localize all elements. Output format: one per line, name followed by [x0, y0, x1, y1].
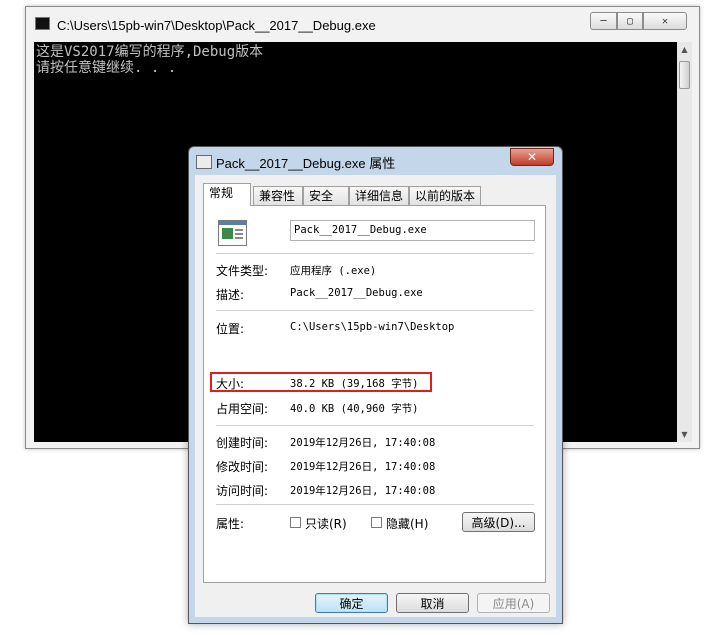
- modified-label: 修改时间:: [216, 460, 269, 474]
- accessed-value: 2019年12月26日, 17:40:08: [290, 485, 436, 497]
- modified-value: 2019年12月26日, 17:40:08: [290, 461, 436, 473]
- console-line: 这是VS2017编写的程序,Debug版本: [36, 44, 264, 60]
- file-type-value: 应用程序 (.exe): [290, 265, 377, 277]
- minimize-button[interactable]: ─: [590, 12, 617, 30]
- close-button[interactable]: ✕: [643, 12, 687, 30]
- tab-compatibility[interactable]: 兼容性: [253, 186, 303, 205]
- hidden-checkbox[interactable]: [371, 517, 382, 528]
- tab-previous-versions[interactable]: 以前的版本: [409, 186, 481, 205]
- divider: [216, 253, 534, 254]
- maximize-icon: ▢: [626, 15, 634, 27]
- divider: [216, 310, 534, 311]
- size-on-disk-value: 40.0 KB (40,960 字节): [290, 403, 419, 415]
- description-label: 描述:: [216, 288, 245, 302]
- created-value: 2019年12月26日, 17:40:08: [290, 437, 436, 449]
- ok-button[interactable]: 确定: [315, 593, 388, 613]
- scroll-down-icon[interactable]: ▼: [677, 427, 692, 442]
- properties-dialog[interactable]: Pack__2017__Debug.exe 属性 ✕ 常规 兼容性 安全 详细信…: [188, 146, 563, 624]
- location-label: 位置:: [216, 322, 245, 336]
- dialog-close-button[interactable]: ✕: [510, 148, 554, 166]
- readonly-label[interactable]: 只读(R): [305, 515, 347, 532]
- file-name-field[interactable]: Pack__2017__Debug.exe: [290, 220, 535, 241]
- attributes-label: 属性:: [216, 517, 245, 531]
- close-icon: ✕: [661, 15, 669, 27]
- exe-file-icon: [218, 220, 247, 246]
- tab-security[interactable]: 安全: [303, 186, 349, 205]
- location-value[interactable]: C:\Users\15pb-win7\Desktop: [290, 321, 454, 333]
- console-line: 请按任意键继续. . .: [36, 60, 177, 76]
- advanced-button[interactable]: 高级(D)...: [462, 512, 535, 532]
- created-label: 创建时间:: [216, 436, 269, 450]
- cancel-button[interactable]: 取消: [396, 593, 469, 613]
- scroll-up-icon[interactable]: ▲: [677, 42, 692, 57]
- dialog-body: 常规 兼容性 安全 详细信息 以前的版本 Pack__2017__Debug.e…: [195, 175, 556, 617]
- console-app-icon: [35, 17, 50, 30]
- size-on-disk-label: 占用空间:: [216, 402, 269, 416]
- readonly-checkbox[interactable]: [290, 517, 301, 528]
- maximize-button[interactable]: ▢: [617, 12, 643, 30]
- size-label: 大小:: [216, 377, 245, 391]
- size-value: 38.2 KB (39,168 字节): [290, 378, 419, 390]
- general-tab-panel: Pack__2017__Debug.exe 文件类型: 应用程序 (.exe) …: [203, 205, 546, 583]
- file-type-label: 文件类型:: [216, 264, 269, 278]
- divider: [216, 504, 534, 505]
- apply-button[interactable]: 应用(A): [477, 593, 550, 613]
- scrollbar-thumb[interactable]: [679, 61, 690, 89]
- console-title-bar[interactable]: C:\Users\15pb-win7\Desktop\Pack__2017__D…: [26, 7, 699, 43]
- console-scrollbar[interactable]: ▲ ▼: [677, 42, 692, 442]
- hidden-label[interactable]: 隐藏(H): [386, 515, 428, 532]
- description-value: Pack__2017__Debug.exe: [290, 287, 423, 299]
- accessed-label: 访问时间:: [216, 484, 269, 498]
- close-icon: ✕: [526, 150, 538, 164]
- divider: [216, 425, 534, 426]
- file-properties-icon: [196, 155, 212, 169]
- tab-general[interactable]: 常规: [203, 183, 251, 206]
- console-title: C:\Users\15pb-win7\Desktop\Pack__2017__D…: [57, 18, 376, 33]
- tab-details[interactable]: 详细信息: [349, 186, 409, 205]
- dialog-title: Pack__2017__Debug.exe 属性: [216, 156, 396, 171]
- minimize-icon: ─: [600, 15, 607, 27]
